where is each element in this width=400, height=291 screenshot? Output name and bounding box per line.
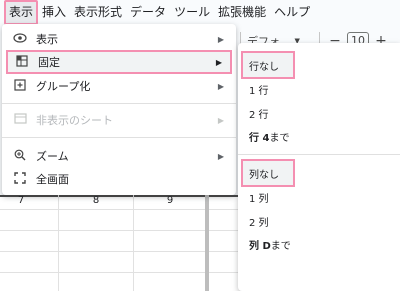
hidden-sheet-icon (12, 113, 28, 127)
grid-cell[interactable]: 9 (160, 195, 180, 206)
submenu-divider (238, 154, 400, 155)
menu-item-hidden-sheets: 非表示のシート ▶ (6, 108, 232, 132)
freeze-1-row[interactable]: 1 行 (241, 76, 269, 102)
submenu-arrow-icon: ▶ (215, 57, 222, 67)
menu-data[interactable]: データ (126, 0, 170, 25)
group-plus-icon (12, 78, 28, 94)
menu-item-freeze[interactable]: 固定 ▶ (6, 50, 232, 74)
menu-item-label: 非表示のシート (36, 114, 113, 127)
freeze-submenu: 行なし 1 行 2 行 行 4 まで 列なし 1 列 2 列 列 D まで (238, 43, 400, 291)
menu-item-label: 表示 (36, 33, 58, 46)
submenu-arrow-icon: ▶ (217, 115, 224, 125)
menu-divider (2, 137, 236, 138)
grid-line (58, 195, 59, 291)
fullscreen-icon (12, 171, 28, 187)
menu-item-label: ズーム (36, 150, 69, 163)
menu-tools[interactable]: ツール (170, 0, 214, 25)
submenu-arrow-icon: ▶ (217, 151, 224, 161)
menu-item-label: 全画面 (36, 173, 69, 186)
menu-item-label: 固定 (38, 56, 60, 69)
menu-help[interactable]: ヘルプ (270, 0, 314, 25)
submenu-arrow-icon: ▶ (217, 81, 224, 91)
freeze-no-columns[interactable]: 列なし (241, 159, 295, 187)
menu-divider (2, 103, 236, 104)
frozen-row-divider[interactable] (0, 195, 238, 197)
freeze-grid-icon (14, 54, 30, 70)
zoom-icon (12, 149, 28, 164)
menu-bar: 表示 挿入 表示形式 データ ツール 拡張機能 ヘルプ (0, 0, 400, 25)
menu-item-show[interactable]: 表示 ▶ (6, 27, 232, 51)
menu-extensions[interactable]: 拡張機能 (214, 0, 270, 25)
menu-item-label: グループ化 (36, 80, 91, 93)
frozen-column-divider[interactable] (205, 195, 209, 291)
menu-insert[interactable]: 挿入 (38, 0, 70, 25)
grid-cell[interactable]: 8 (86, 195, 106, 206)
view-menu: 表示 ▶ 固定 ▶ グループ化 ▶ 非表示のシート ▶ ズーム ▶ 全画面 (2, 24, 236, 195)
submenu-arrow-icon: ▶ (217, 34, 224, 44)
menu-item-group[interactable]: グループ化 ▶ (6, 74, 232, 98)
menu-item-fullscreen[interactable]: 全画面 (6, 167, 232, 191)
freeze-no-rows[interactable]: 行なし (241, 51, 295, 79)
menu-format[interactable]: 表示形式 (70, 0, 126, 25)
menu-view[interactable]: 表示 (4, 0, 39, 25)
current-column-label: 列 D (249, 240, 271, 252)
freeze-up-to-current-column[interactable]: 列 D まで (241, 231, 291, 257)
freeze-up-to-current-row[interactable]: 行 4 まで (241, 123, 289, 149)
menu-item-zoom[interactable]: ズーム ▶ (6, 144, 232, 168)
grid-line (133, 195, 134, 291)
up-to-suffix: まで (270, 240, 291, 252)
eye-icon (12, 32, 28, 46)
up-to-suffix: まで (269, 132, 290, 144)
freeze-1-column[interactable]: 1 列 (241, 184, 269, 210)
current-row-label: 行 4 (249, 132, 270, 144)
grid-cell[interactable]: 7 (11, 195, 31, 206)
